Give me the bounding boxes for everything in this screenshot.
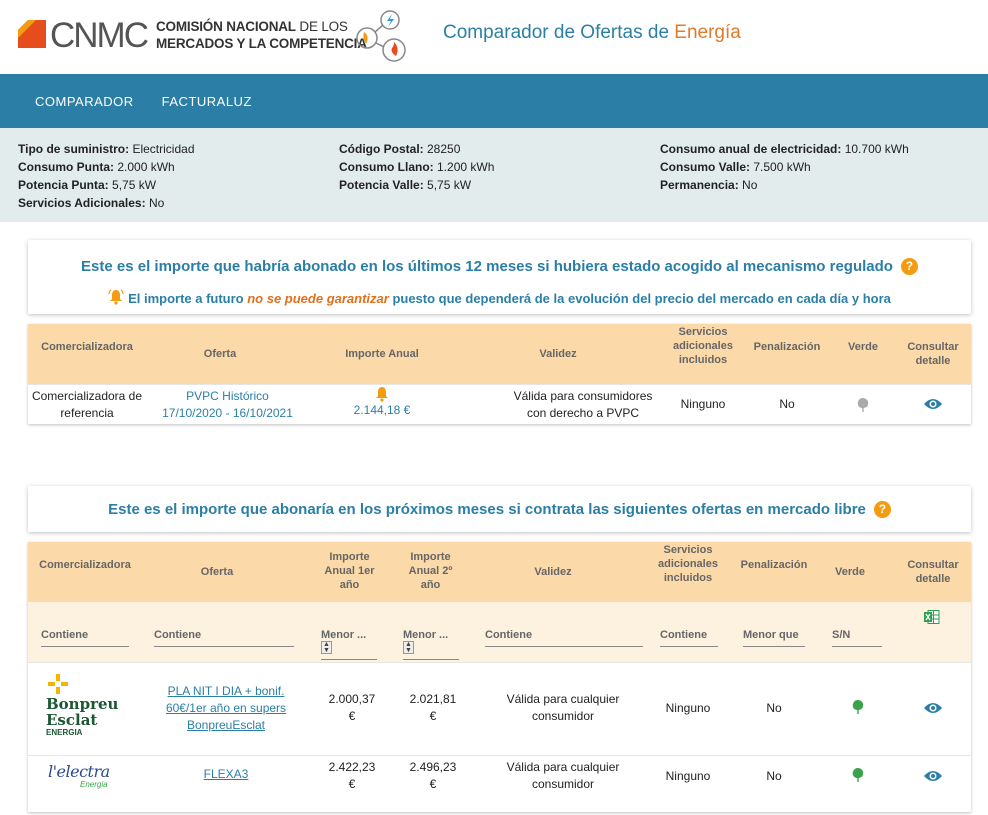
excel-export-button[interactable] <box>924 610 940 627</box>
cell-verde <box>831 397 895 418</box>
filter-comercializadora[interactable]: Contiene <box>41 629 129 647</box>
leaf-icon <box>852 700 864 714</box>
app-title: Comparador de Ofertas de Energía <box>443 22 741 43</box>
summary-consumo-anual: Consumo anual de electricidad: 10.700 kW… <box>660 142 909 156</box>
summary-consumo-valle: Consumo Valle: 7.500 kWh <box>660 160 811 174</box>
col-oferta[interactable]: Oferta <box>142 565 292 579</box>
main-nav: COMPARADOR FACTURALUZ <box>0 74 988 128</box>
cell-importe: 2.144,18 € <box>311 386 453 419</box>
view-detail-button[interactable] <box>895 397 971 416</box>
help-icon[interactable]: ? <box>900 258 918 275</box>
summary-consumo-punta: Consumo Punta: 2.000 kWh <box>18 160 175 174</box>
filter-row: Contiene Contiene Menor ... ▲ ▼ Menor ...… <box>28 602 971 662</box>
free-table: Comercializadora Oferta Importe Anual 1e… <box>28 542 971 812</box>
cnmc-logo-mark <box>18 20 46 48</box>
table-row: Bonpreu Esclat ENERGIA PLA NIT I DIA + b… <box>28 662 971 755</box>
cell-validez: Válida para consumidores con derecho a P… <box>513 389 653 420</box>
col-importe[interactable]: Importe Anual <box>311 347 453 361</box>
electra-logo: l'electra Energia <box>48 762 110 790</box>
col-comercializadora[interactable]: Comercializadora <box>28 558 142 572</box>
cell-oferta[interactable]: FLEXA3 <box>156 766 296 783</box>
bonpreu-logo-icon <box>48 674 68 694</box>
summary-tipo: Tipo de suministro: Electricidad <box>18 142 195 156</box>
cell-servicios: Ninguno <box>665 769 711 783</box>
eye-icon <box>924 771 942 781</box>
cell-verde <box>848 767 868 788</box>
filter-importe-2[interactable]: Menor ... ▲ ▼ <box>403 629 459 660</box>
col-importe-1[interactable]: Importe Anual 1er año <box>322 550 377 592</box>
filter-verde[interactable]: S/N <box>832 629 882 647</box>
free-title-card: Este es el importe que abonaría en los p… <box>28 486 971 532</box>
supply-summary: Tipo de suministro: Electricidad Consumo… <box>0 128 988 222</box>
nav-item-facturaluz[interactable]: FACTURALUZ <box>162 94 252 109</box>
col-comercializadora[interactable]: Comercializadora <box>28 340 146 354</box>
eye-icon <box>924 703 942 713</box>
col-penalizacion[interactable]: Penalización <box>738 558 810 572</box>
filter-penalizacion[interactable]: Menor que <box>743 629 805 647</box>
col-verde[interactable]: Verde <box>818 565 882 579</box>
col-consultar: Consultar detalle <box>907 341 959 367</box>
leaf-icon <box>857 398 869 412</box>
view-detail-button[interactable] <box>895 701 971 720</box>
excel-icon <box>924 610 940 624</box>
table-header: Comercializadora Oferta Importe Anual 1e… <box>28 542 971 602</box>
cell-verde <box>848 699 868 720</box>
regulated-table: Comercializadora Oferta Importe Anual Va… <box>28 324 971 424</box>
cell-oferta[interactable]: PLA NIT I DIA + bonif. 60€/1er año en su… <box>156 683 296 734</box>
spinner-icon[interactable]: ▲ ▼ <box>321 641 332 654</box>
regulated-title: Este es el importe que habría abonado en… <box>28 258 971 275</box>
cell-validez: Válida para cualquier consumidor <box>506 692 620 723</box>
header: CNMC COMISIÓN NACIONAL DE LOS MERCADOS Y… <box>0 0 988 74</box>
cell-servicios: Ninguno <box>665 701 711 715</box>
summary-potencia-valle: Potencia Valle: 5,75 kW <box>339 178 472 192</box>
leaf-icon <box>852 768 864 782</box>
cell-penalizacion: No <box>779 397 795 411</box>
spinner-icon[interactable]: ▲ ▼ <box>403 641 414 654</box>
summary-codigo-postal: Código Postal: 28250 <box>339 142 461 156</box>
cell-importe-2: 2.496,23 € <box>409 760 457 791</box>
summary-potencia-punta: Potencia Punta: 5,75 kW <box>18 178 157 192</box>
cell-importe-1: 2.000,37 € <box>328 692 376 723</box>
col-penalizacion[interactable]: Penalización <box>743 340 831 354</box>
bell-icon <box>376 387 388 402</box>
cell-validez: Válida para cualquier consumidor <box>506 760 620 791</box>
col-validez[interactable]: Validez <box>483 565 623 579</box>
cell-penalizacion: No <box>766 769 782 783</box>
cell-comercializadora: Comercializadora de referencia <box>31 389 143 420</box>
cell-penalizacion: No <box>766 701 782 715</box>
cell-importe-1: 2.422,23 € <box>328 760 376 791</box>
filter-importe-1[interactable]: Menor ... ▲ ▼ <box>321 629 377 660</box>
summary-permanencia: Permanencia: No <box>660 178 758 192</box>
filter-validez[interactable]: Contiene <box>485 629 643 647</box>
cell-servicios: Ninguno <box>680 397 726 411</box>
col-oferta[interactable]: Oferta <box>146 347 294 361</box>
col-servicios[interactable]: Servicios adicionales incluidos <box>663 325 743 367</box>
summary-consumo-llano: Consumo Llano: 1.200 kWh <box>339 160 495 174</box>
help-icon[interactable]: ? <box>873 501 891 518</box>
col-importe-2[interactable]: Importe Anual 2º año <box>403 550 458 592</box>
col-servicios[interactable]: Servicios adicionales incluidos <box>656 543 720 585</box>
table-header: Comercializadora Oferta Importe Anual Va… <box>28 324 971 384</box>
org-name: COMISIÓN NACIONAL DE LOS MERCADOS Y LA C… <box>156 19 367 51</box>
col-consultar: Consultar detalle <box>907 559 959 585</box>
bonpreu-logo: Bonpreu Esclat ENERGIA <box>46 674 146 738</box>
view-detail-button[interactable] <box>895 769 971 788</box>
cell-importe-2: 2.021,81 € <box>409 692 457 723</box>
cnmc-logo-text: CNMC <box>50 16 149 55</box>
filter-oferta[interactable]: Contiene <box>154 629 294 647</box>
filter-servicios[interactable]: Contiene <box>660 629 718 647</box>
cell-oferta[interactable]: PVPC Histórico 17/10/2020 - 16/10/2021 <box>146 388 309 422</box>
free-title: Este es el importe que abonaría en los p… <box>28 501 971 518</box>
table-row: Comercializadora de referencia PVPC Hist… <box>28 384 971 424</box>
regulated-title-card: Este es el importe que habría abonado en… <box>28 240 971 314</box>
table-row: l'electra Energia FLEXA3 2.422,23 € 2.496… <box>28 755 971 815</box>
energy-logo-icon <box>356 10 406 62</box>
summary-servicios: Servicios Adicionales: No <box>18 196 165 210</box>
bell-icon <box>108 289 124 305</box>
future-notice: El importe a futuro no se puede garantiz… <box>28 289 971 306</box>
col-validez[interactable]: Validez <box>453 347 663 361</box>
col-verde[interactable]: Verde <box>831 340 895 354</box>
eye-icon <box>924 399 942 409</box>
nav-item-comparador[interactable]: COMPARADOR <box>35 94 134 109</box>
